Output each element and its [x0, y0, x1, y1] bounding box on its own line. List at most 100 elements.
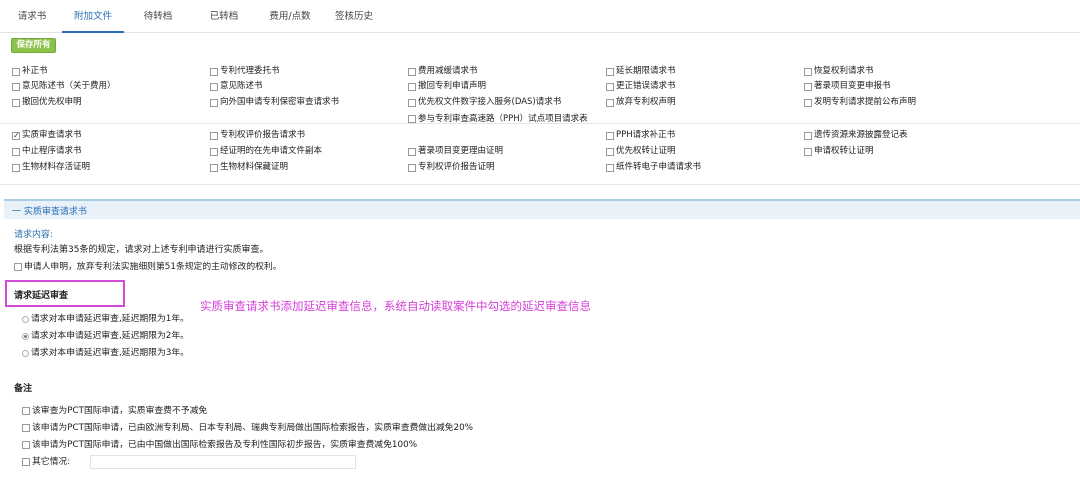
document-checkbox-item[interactable]: 申请权转让证明	[804, 146, 874, 157]
document-checkbox[interactable]	[606, 98, 614, 107]
notes-title: 备注	[14, 384, 33, 394]
note-checkbox-row[interactable]: 该申请为PCT国际申请，已由中国做出国际检索报告及专利性国际初步报告，实质审查费…	[22, 439, 417, 451]
document-checkbox-item[interactable]: 恢复权利请求书	[804, 66, 874, 77]
document-label: 费用减缓请求书	[418, 66, 478, 76]
document-checkbox[interactable]	[408, 98, 416, 107]
document-checkbox-item[interactable]: 意见陈述书	[210, 81, 263, 92]
document-checkbox-item[interactable]: 著录项目变更申报书	[804, 81, 891, 92]
note-checkbox[interactable]	[22, 424, 30, 432]
document-checkbox-item[interactable]: 撤回优先权申明	[12, 97, 82, 108]
delay-option-label: 请求对本申请延迟审查,延迟期限为2年。	[31, 331, 189, 341]
document-checkbox[interactable]	[804, 131, 812, 140]
document-label: 经证明的在先申请文件副本	[220, 146, 323, 156]
document-label: 专利权评价报告请求书	[220, 130, 306, 140]
document-checkbox[interactable]	[606, 163, 614, 172]
document-checkbox-item[interactable]: 更正错误请求书	[606, 81, 676, 92]
delay-option[interactable]: 请求对本申请延迟审查,延迟期限为2年。	[22, 330, 189, 342]
document-label: 恢复权利请求书	[814, 66, 874, 76]
document-checkbox-item[interactable]: 撤回专利申请声明	[408, 81, 486, 92]
document-checkbox[interactable]	[804, 147, 812, 156]
tab-attachments[interactable]: 附加文件	[62, 0, 124, 33]
document-checkbox-item[interactable]: 发明专利请求提前公布声明	[804, 97, 916, 108]
document-checkbox-item[interactable]: 生物材料保藏证明	[210, 162, 288, 173]
document-checkbox[interactable]	[804, 82, 812, 91]
document-checkbox[interactable]	[210, 131, 218, 140]
document-checkbox-item[interactable]: 中止程序请求书	[12, 146, 82, 157]
request-text: 根据专利法第35条的规定，请求对上述专利申请进行实质审查。	[14, 245, 269, 255]
document-checkbox[interactable]	[408, 163, 416, 172]
delay-option-label: 请求对本申请延迟审查,延迟期限为1年。	[31, 314, 189, 324]
document-label: PPH请求补正书	[616, 130, 676, 140]
note-label: 该申请为PCT国际申请，已由欧洲专利局、日本专利局、瑞典专利局做出国际检索报告，…	[32, 423, 474, 433]
tab-request[interactable]: 请求书	[6, 0, 58, 33]
document-checkbox-item[interactable]: 专利代理委托书	[210, 66, 280, 77]
document-checkbox[interactable]	[606, 67, 614, 76]
document-checkbox[interactable]	[210, 147, 218, 156]
note-checkbox[interactable]	[22, 441, 30, 449]
document-checkbox-item[interactable]: PPH请求补正书	[606, 130, 675, 141]
tab-converted[interactable]: 已转档	[198, 0, 250, 33]
document-checkbox-item[interactable]: 实质审查请求书	[12, 130, 82, 141]
document-checkbox[interactable]	[12, 147, 20, 156]
document-checkbox[interactable]	[804, 98, 812, 107]
document-checkbox-item[interactable]: 专利权评价报告请求书	[210, 130, 305, 141]
document-checkbox-item[interactable]: 参与专利审查高速路（PPH）试点项目请求表	[408, 112, 608, 127]
document-checkbox-item[interactable]: 放弃专利权声明	[606, 97, 676, 108]
document-checkbox[interactable]	[12, 67, 20, 76]
document-checkbox[interactable]	[210, 98, 218, 107]
save-all-button[interactable]: 保存所有	[11, 38, 56, 53]
document-checkbox[interactable]	[804, 67, 812, 76]
document-checkbox[interactable]	[408, 67, 416, 76]
delay-radio[interactable]	[22, 332, 29, 340]
document-checkbox[interactable]	[606, 82, 614, 91]
document-checkbox-item[interactable]: 纸件转电子申请请求书	[606, 162, 701, 173]
document-checkbox[interactable]	[12, 163, 20, 172]
document-checkbox[interactable]	[210, 82, 218, 91]
document-checkbox-item[interactable]: 经证明的在先申请文件副本	[210, 146, 322, 157]
document-checkbox[interactable]	[606, 147, 614, 156]
document-label: 中止程序请求书	[22, 146, 82, 156]
document-checkbox-item[interactable]: 优先权转让证明	[606, 146, 676, 157]
delay-option-label: 请求对本申请延迟审查,延迟期限为3年。	[31, 348, 189, 358]
document-checkbox[interactable]	[408, 147, 416, 156]
document-checkbox-item[interactable]: 著录项目变更理由证明	[408, 146, 503, 157]
tab-fees[interactable]: 费用/点数	[260, 0, 320, 33]
document-checkbox[interactable]	[408, 115, 416, 123]
delay-title: 请求延迟审查	[14, 291, 69, 301]
document-checkbox[interactable]	[210, 163, 218, 172]
tab-history[interactable]: 签核历史	[326, 0, 382, 33]
document-label: 优先权文件数字接入服务(DAS)请求书	[418, 97, 562, 107]
document-checkbox[interactable]	[12, 82, 20, 91]
document-label: 申请权转让证明	[814, 146, 874, 156]
delay-option[interactable]: 请求对本申请延迟审查,延迟期限为3年。	[22, 347, 189, 359]
delay-option[interactable]: 请求对本申请延迟审查,延迟期限为1年。	[22, 313, 189, 325]
section-header[interactable]: 一 实质审查请求书	[4, 199, 1080, 219]
tab-pending[interactable]: 待转档	[132, 0, 184, 33]
document-checkbox-item[interactable]: 意见陈述书（关于费用）	[12, 81, 116, 92]
document-checkbox-item[interactable]: 优先权文件数字接入服务(DAS)请求书	[408, 97, 561, 108]
document-checkbox[interactable]	[12, 98, 20, 107]
document-checkbox-item[interactable]: 遗传资源来源披露登记表	[804, 130, 908, 141]
document-label: 更正错误请求书	[616, 81, 676, 91]
document-checkbox-item[interactable]: 延长期限请求书	[606, 66, 676, 77]
waiver-checkbox-row[interactable]: 申请人申明，放弃专利法实施细则第51条规定的主动修改的权利。	[14, 261, 282, 273]
other-checkbox[interactable]	[22, 458, 30, 466]
request-content-label: 请求内容:	[14, 230, 54, 240]
note-checkbox-row[interactable]: 该申请为PCT国际申请，已由欧洲专利局、日本专利局、瑞典专利局做出国际检索报告，…	[22, 422, 473, 434]
document-checkbox-item[interactable]: 生物材料存活证明	[12, 162, 90, 173]
document-checkbox-item[interactable]: 向外国申请专利保密审查请求书	[210, 97, 339, 108]
document-checkbox-item[interactable]: 专利权评价报告证明	[408, 162, 495, 173]
document-checkbox-item[interactable]: 补正书	[12, 66, 48, 77]
note-checkbox[interactable]	[22, 407, 30, 415]
delay-radio[interactable]	[22, 349, 29, 357]
document-checkbox[interactable]	[210, 67, 218, 76]
document-checkbox[interactable]	[12, 130, 20, 141]
document-checkbox[interactable]	[606, 131, 614, 140]
note-checkbox-row[interactable]: 该审查为PCT国际申请，实质审查费不予减免	[22, 405, 207, 417]
document-label: 撤回专利申请声明	[418, 81, 487, 91]
document-checkbox-item[interactable]: 费用减缓请求书	[408, 66, 478, 77]
other-input[interactable]	[90, 455, 357, 469]
waiver-checkbox[interactable]	[14, 263, 22, 271]
document-checkbox[interactable]	[408, 82, 416, 91]
delay-radio[interactable]	[22, 315, 29, 323]
